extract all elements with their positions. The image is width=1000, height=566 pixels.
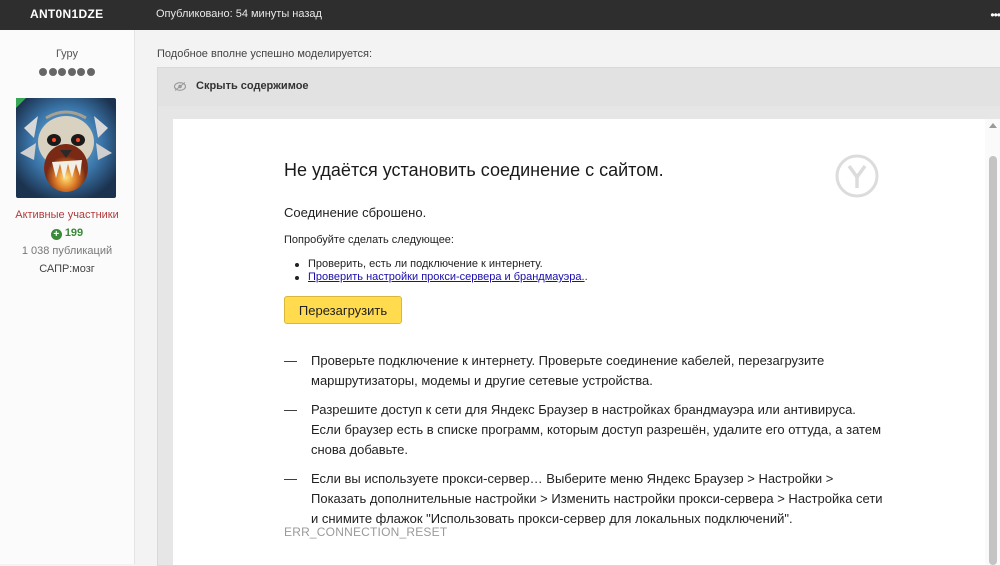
rank-pip [77,68,86,76]
scrollbar[interactable] [985,119,1000,565]
avatar[interactable] [16,98,116,198]
list-item: — Проверьте подключение к интернету. Пров… [284,351,884,391]
suggestion-text: Проверить, есть ли подключение к интерне… [308,258,543,270]
link-suffix: . [584,271,588,283]
plus-icon: + [50,229,62,240]
rank-pip [39,68,47,76]
list-item: — Если вы используете прокси-сервер… Выбе… [284,469,884,529]
author-column: Гуру Активные участники + 199 1 038 публ… [0,30,135,564]
error-subtitle: Соединение сброшено. [284,205,427,220]
skull-avatar [16,98,116,198]
scroll-up-icon[interactable] [989,123,997,128]
error-title: Не удаётся установить соединение с сайто… [284,160,664,180]
rank-pip [86,68,95,76]
spoiler-toggle[interactable]: Скрыть содержимое [158,68,1000,106]
rank-pip [58,68,67,76]
list-item: — Разрешите доступ к сети для Яндекс Брау… [284,400,884,460]
reputation-badge: +199 [0,227,134,240]
member-group[interactable]: Активные участники [0,209,134,221]
spoiler-content: Не удаётся установить соединение с сайто… [173,119,1000,565]
list-item: Проверить, есть ли подключение к интерне… [284,258,588,271]
proxy-settings-link[interactable]: Проверить настройки прокси-сервера и бра… [308,271,585,283]
error-code: ERR_CONNECTION_RESET [284,525,448,539]
rank-pip [67,68,76,76]
published-time[interactable]: Опубликовано: 54 минуты назад [156,8,322,20]
try-label: Попробуйте сделать следующее: [284,234,454,246]
post-intro-text: Подобное вполне успешно моделируется: [157,48,373,60]
yandex-browser-icon [835,154,879,198]
dots-icon[interactable]: ••• [990,8,1000,22]
spoiler-block: Скрыть содержимое Не удаётся установить … [157,67,1000,566]
posts-count: 1 038 публикаций [21,245,113,257]
suggestion-list: Проверить, есть ли подключение к интерне… [284,258,588,284]
dash-marker: — [284,471,297,486]
list-item: Проверить настройки прокси-сервера и бра… [284,271,588,284]
rank-pip [48,68,57,76]
post-header-bar: ANT0N1DZE Опубликовано: 54 минуты назад … [0,0,1000,30]
author-username[interactable]: ANT0N1DZE [30,7,103,21]
online-indicator [16,98,26,108]
scrollbar-thumb[interactable] [989,156,997,565]
reputation-value: 199 [64,227,84,239]
rank-pips [39,68,95,78]
dash-marker: — [284,402,297,417]
eye-icon [174,82,186,91]
dash-marker: — [284,353,297,368]
detail-text: Проверьте подключение к интернету. Прове… [311,353,825,388]
spoiler-label: Скрыть содержимое [196,80,309,92]
details-list: — Проверьте подключение к интернету. Пров… [284,351,884,538]
custom-field: САПР:мозг [39,263,95,275]
detail-text: Разрешите доступ к сети для Яндекс Брауз… [311,402,882,457]
detail-text: Если вы используете прокси-сервер… Выбер… [311,471,883,526]
rank-title: Гуру [55,48,79,60]
reload-button[interactable]: Перезагрузить [284,296,402,324]
